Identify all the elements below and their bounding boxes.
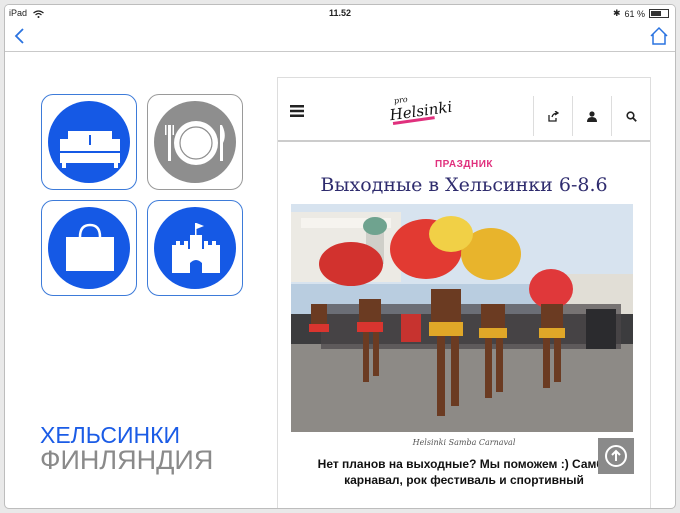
sights-tile[interactable] [147, 200, 243, 296]
app-window: iPad 11.52 ✱ 61 % ХЕЛЬСИНКИ ФИНЛЯНДИЯ pr… [5, 5, 675, 508]
restaurants-tile[interactable] [147, 94, 243, 190]
hotels-tile[interactable] [41, 94, 137, 190]
share-button[interactable] [533, 96, 572, 136]
battery-fill [651, 11, 661, 16]
clock: 11.52 [328, 8, 352, 18]
web-view[interactable]: pro Helsinki ПРАЗДНИК Выходные в Хельсин… [277, 77, 651, 508]
navigation-bar [5, 21, 675, 52]
search-icon [625, 110, 637, 122]
account-button[interactable] [572, 96, 611, 136]
photo-caption: Helsinki Samba Carnaval [412, 438, 516, 447]
lead-line-2: карнавал, рок фестиваль и спортивный [344, 473, 584, 487]
battery-icon [649, 9, 669, 18]
bluetooth-icon: ✱ [612, 8, 621, 18]
bed-icon [60, 131, 120, 168]
menu-icon[interactable] [290, 105, 304, 117]
battery-percent: 61 % [624, 8, 645, 19]
city-label: ХЕЛЬСИНКИ ФИНЛЯНДИЯ [40, 423, 214, 475]
status-bar: iPad 11.52 ✱ 61 % [5, 5, 675, 21]
article-lead: Нет планов на выходные? Мы поможем :) Са… [298, 456, 630, 488]
shopping-bag-icon [66, 223, 114, 271]
lead-line-1: Нет планов на выходные? Мы поможем :) Са… [317, 457, 611, 471]
scroll-to-top-button[interactable] [598, 438, 634, 474]
site-logo[interactable]: pro Helsinki [387, 89, 453, 125]
castle-icon [172, 223, 220, 273]
article-category[interactable]: ПРАЗДНИК [278, 159, 650, 170]
shopping-tile[interactable] [41, 200, 137, 296]
site-header: pro Helsinki [278, 78, 650, 142]
battery-status: ✱ 61 % [613, 8, 669, 19]
article-photo [291, 204, 633, 432]
article-title[interactable]: Выходные в Хельсинки 6-8.6 [278, 174, 650, 196]
share-icon [547, 110, 559, 122]
arrow-up-circle-icon [605, 445, 627, 467]
country-name: ФИНЛЯНДИЯ [40, 445, 214, 475]
header-actions [533, 96, 650, 136]
plate-cutlery-icon [165, 121, 225, 165]
chevron-left-icon[interactable] [11, 27, 29, 45]
user-icon [587, 110, 597, 122]
carnival-photo [291, 204, 633, 432]
search-button[interactable] [611, 96, 650, 136]
home-icon[interactable] [649, 26, 669, 46]
